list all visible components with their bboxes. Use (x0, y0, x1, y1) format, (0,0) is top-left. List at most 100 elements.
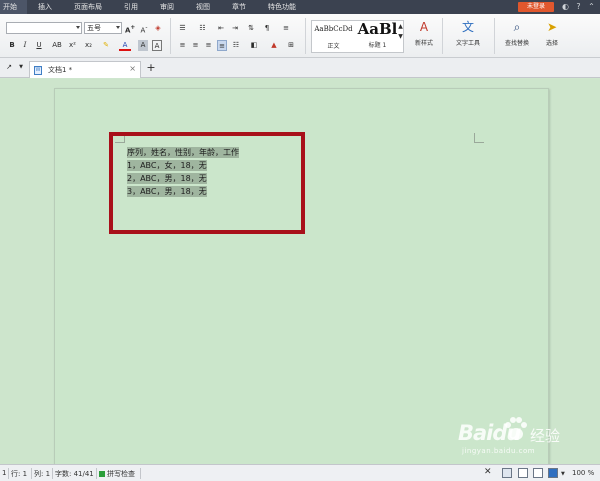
tab-page-layout[interactable]: 页面布局 (63, 0, 113, 14)
find-replace-label: 查找替换 (504, 40, 529, 47)
document-page[interactable]: 序列，姓名，性别，年龄，工作 1，ABC，女，18，无 2，ABC，男，18，无… (54, 88, 549, 468)
font-name-input[interactable] (6, 22, 82, 34)
align-right-icon[interactable]: ≡ (204, 40, 213, 51)
new-style-button[interactable]: A 新样式 (409, 20, 439, 47)
style-label: 正文 (327, 43, 340, 50)
numbering-icon[interactable]: ☷ (196, 23, 209, 34)
document-tab-strip: ↗ ▼ W 文档1 * × + (0, 58, 600, 78)
style-label: 标题 1 (368, 42, 387, 49)
tab-special-features[interactable]: 特色功能 (257, 0, 307, 14)
chevron-down-icon[interactable]: ▼ (17, 62, 25, 73)
align-left-icon[interactable]: ≡ (178, 40, 187, 51)
menu-bar: 开始 插入 页面布局 引用 审阅 视图 章节 特色功能 (0, 0, 600, 14)
new-style-label: 新样式 (414, 40, 433, 47)
font-color-icon[interactable]: A (119, 40, 131, 51)
tab-document1[interactable]: W 文档1 * × (29, 61, 141, 78)
text-tools-button[interactable]: 文 文字工具 (446, 20, 490, 47)
new-tab-button[interactable]: + (146, 62, 156, 73)
paragraph-shading-icon[interactable]: ◧ (249, 40, 259, 51)
sort-icon[interactable]: ⇅ (246, 23, 256, 34)
column-indicator: 列: 1 (34, 470, 51, 478)
style-heading1[interactable]: AaBl 标题 1 (356, 21, 399, 52)
clear-format-icon[interactable]: ◈ (153, 23, 163, 34)
divider (8, 468, 9, 479)
new-style-icon: A (419, 20, 429, 34)
chevron-down-icon (116, 26, 120, 29)
eye-protection-icon[interactable] (548, 468, 558, 478)
strikethrough-icon[interactable]: AB (50, 40, 64, 51)
font-size-select[interactable]: 五号 (84, 22, 122, 34)
close-icon[interactable]: × (129, 64, 136, 73)
style-sample: AaBl (357, 20, 398, 38)
web-view-icon[interactable] (533, 468, 543, 478)
watermark-url: jingyan.baidu.com (462, 447, 536, 455)
superscript-icon[interactable]: x² (68, 40, 77, 51)
subscript-icon[interactable]: x₂ (84, 40, 93, 51)
cursor-icon: ➤ (546, 20, 558, 34)
tab-home[interactable]: 开始 (0, 0, 27, 14)
select-button[interactable]: ➤ 选择 (538, 20, 566, 47)
highlight-icon[interactable]: ✎ (99, 40, 113, 51)
char-border-icon[interactable]: A (152, 40, 162, 51)
show-marks-icon[interactable]: ¶ (262, 23, 272, 34)
increase-indent-icon[interactable]: ⇥ (230, 23, 240, 34)
divider (140, 468, 141, 479)
page-view-icon[interactable] (502, 468, 512, 478)
spell-check-label: 拼写检查 (107, 470, 135, 478)
char-shading-icon[interactable]: A (138, 40, 148, 51)
chevron-down-icon[interactable]: ▼ (561, 471, 565, 477)
tab-chapter[interactable]: 章节 (221, 0, 257, 14)
text-tools-label: 文字工具 (455, 40, 480, 47)
underline-icon[interactable]: U (33, 40, 45, 51)
bullets-icon[interactable]: ☰ (176, 23, 189, 34)
help-icon[interactable]: ? (574, 2, 583, 11)
minimize-ribbon-icon[interactable]: ⌃ (587, 2, 596, 11)
tab-view[interactable]: 视图 (185, 0, 221, 14)
shrink-font-icon[interactable]: A- (139, 23, 149, 34)
bold-icon[interactable]: B (8, 40, 16, 51)
margin-corner-marker (474, 133, 484, 143)
spell-check-toggle[interactable]: 拼写检查 (99, 469, 135, 479)
outline-view-icon[interactable] (518, 468, 528, 478)
line-spacing-icon[interactable]: ≡ (280, 23, 292, 34)
divider (31, 468, 32, 479)
divider (52, 468, 53, 479)
close-icon[interactable]: ✕ (484, 467, 492, 477)
style-normal[interactable]: AaBbCcDd 正文 (312, 21, 355, 52)
divider (96, 468, 97, 479)
login-button[interactable]: 未登录 (518, 2, 554, 12)
highlight-annotation-box (109, 132, 305, 234)
tab-references[interactable]: 引用 (113, 0, 149, 14)
select-label: 选择 (545, 40, 558, 47)
skin-icon[interactable]: ◐ (561, 2, 570, 11)
document-icon: W (34, 66, 42, 75)
divider (442, 18, 443, 54)
arrow-icon[interactable]: ↗ (4, 62, 14, 73)
chevron-down-icon (76, 26, 80, 29)
zoom-level[interactable]: 100 % (572, 469, 594, 477)
find-replace-button[interactable]: ⌕ 查找替换 (498, 20, 536, 47)
styles-gallery[interactable]: AaBbCcDd 正文 AaBl 标题 1 ▲ ▼ (311, 20, 404, 53)
tab-review[interactable]: 审阅 (149, 0, 185, 14)
decrease-indent-icon[interactable]: ⇤ (216, 23, 226, 34)
baidu-watermark: Baidu 经验 jingyan.baidu.com (458, 417, 598, 467)
grow-font-icon[interactable]: A+ (125, 23, 135, 34)
chevron-down-icon[interactable]: ▼ (397, 31, 404, 42)
tab-insert[interactable]: 插入 (27, 0, 63, 14)
distribute-icon[interactable]: ☷ (231, 40, 241, 51)
status-bar: 1 行: 1 列: 1 字数: 41/41 拼写检查 ✕ ▼ 100 % (0, 464, 600, 481)
paragraph-shading-color-icon[interactable]: ▲ (268, 40, 280, 51)
word-count[interactable]: 字数: 41/41 (55, 469, 94, 479)
status-dot-icon (99, 471, 105, 477)
justify-icon[interactable]: ≡ (217, 40, 227, 51)
watermark-label: 经验 (530, 427, 561, 445)
style-sample: AaBbCcDd (314, 25, 353, 33)
row-indicator: 行: 1 (11, 470, 28, 478)
ribbon-toolbar: 五号 A+ A- ◈ B I U AB x² x₂ ✎ A A A ☰ ☷ ⇤ … (0, 14, 600, 58)
borders-icon[interactable]: ⊞ (286, 40, 296, 51)
align-center-icon[interactable]: ≡ (191, 40, 200, 51)
italic-icon[interactable]: I (21, 40, 29, 51)
document-tab-label: 文档1 * (48, 66, 73, 74)
binoculars-icon: ⌕ (513, 20, 521, 34)
document-canvas: 序列，姓名，性别，年龄，工作 1，ABC，女，18，无 2，ABC，男，18，无… (0, 79, 600, 468)
